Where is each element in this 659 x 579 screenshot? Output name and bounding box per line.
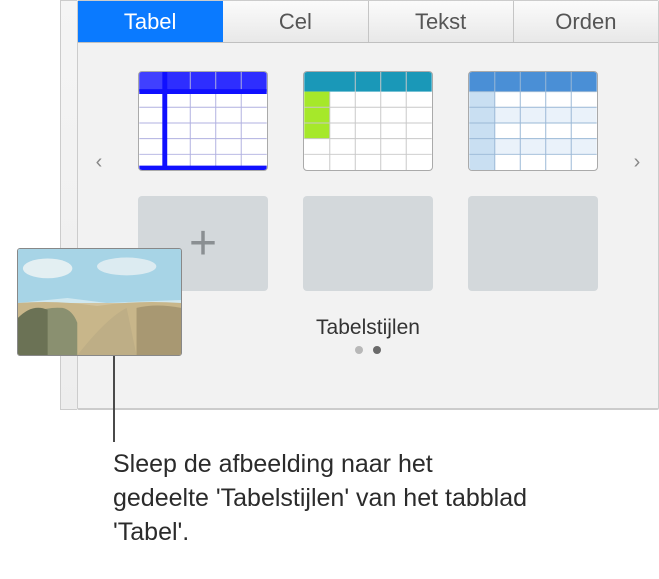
styles-row-2: + (118, 196, 618, 291)
table-style-blue-soft[interactable] (468, 71, 598, 171)
tab-tabel[interactable]: Tabel (78, 1, 223, 42)
callout-text: Sleep de afbeelding naar het gedeelte 'T… (113, 448, 533, 549)
chevron-left-icon: ‹ (96, 151, 103, 174)
table-style-icon (139, 72, 267, 170)
tab-cel[interactable]: Cel (223, 1, 368, 42)
page-dot-1[interactable] (355, 346, 363, 354)
table-style-placeholder[interactable] (303, 196, 433, 291)
page-dot-2[interactable] (373, 346, 381, 354)
beach-photo-icon (18, 249, 181, 355)
table-style-icon (469, 72, 597, 170)
table-style-blue-bold[interactable] (138, 71, 268, 171)
styles-row-1 (118, 71, 618, 171)
section-title: Tabelstijlen (118, 316, 618, 340)
inspector-tab-bar: Tabel Cel Tekst Orden (78, 1, 658, 43)
styles-prev-button[interactable]: ‹ (89, 147, 109, 177)
chevron-right-icon: › (634, 151, 641, 174)
tab-tekst[interactable]: Tekst (369, 1, 514, 42)
table-style-placeholder[interactable] (468, 196, 598, 291)
tab-orden[interactable]: Orden (514, 1, 658, 42)
table-style-icon (304, 72, 432, 170)
callout-connector (113, 356, 115, 442)
style-page-indicator (118, 346, 618, 354)
styles-next-button[interactable]: › (627, 147, 647, 177)
dragged-image-thumbnail[interactable] (17, 248, 182, 356)
plus-icon: + (189, 216, 217, 271)
table-style-green-accent[interactable] (303, 71, 433, 171)
